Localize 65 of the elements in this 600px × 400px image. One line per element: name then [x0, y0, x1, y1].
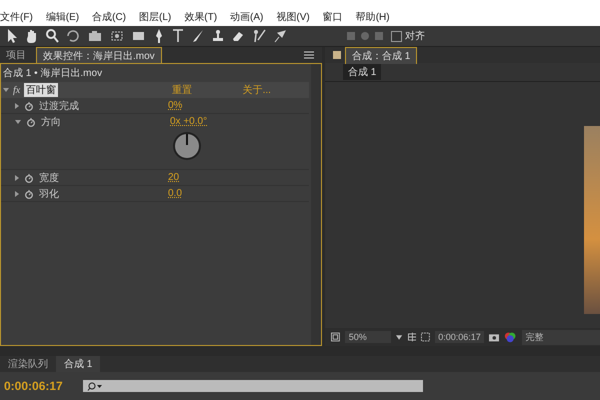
pointer-icon[interactable] [5, 28, 19, 44]
zoom-icon[interactable] [45, 28, 59, 44]
property-name: 过渡完成 [39, 100, 80, 112]
caret-icon[interactable] [396, 334, 403, 340]
expand-arrow-icon[interactable] [15, 174, 19, 180]
grid-icon[interactable] [331, 332, 340, 342]
panel-tab[interactable]: 效果控件：海岸日出.mov [36, 46, 162, 64]
stopwatch-icon[interactable] [24, 172, 34, 182]
pin-icon[interactable] [273, 28, 287, 44]
expand-arrow-icon[interactable] [15, 102, 19, 108]
pen-icon[interactable] [153, 28, 165, 44]
menu-item[interactable]: 窗口 [322, 10, 343, 24]
about-link[interactable]: 关于... [242, 83, 309, 97]
stopwatch-icon[interactable] [24, 100, 34, 110]
scrollbar[interactable] [311, 64, 321, 345]
effect-name: 百叶窗 [24, 83, 58, 97]
menu-item[interactable]: 视图(V) [276, 10, 310, 24]
property-name: 宽度 [39, 172, 60, 184]
zoom-dropdown[interactable]: 50% [344, 331, 392, 343]
property-value[interactable]: 0.0 [168, 188, 182, 199]
text-icon[interactable] [171, 28, 185, 44]
current-time[interactable]: 0:00:06:17 [4, 379, 63, 393]
composition-swatch-icon [333, 51, 341, 59]
stopwatch-icon[interactable] [24, 188, 34, 198]
camera-icon[interactable] [488, 332, 500, 342]
roto-brush-icon[interactable] [251, 28, 267, 44]
fx-icon[interactable]: fx [13, 84, 20, 96]
menu-item[interactable]: 效果(T) [184, 10, 218, 24]
property-value[interactable]: 20 [168, 172, 180, 183]
menu-item[interactable]: 动画(A) [230, 10, 264, 24]
property-name: 羽化 [39, 188, 60, 200]
menu-item[interactable]: 文件(F) [0, 10, 33, 24]
rotate-icon[interactable] [65, 28, 81, 44]
mask-icon[interactable] [421, 332, 430, 342]
expand-arrow-icon[interactable] [15, 190, 19, 196]
menu-item[interactable]: 帮助(H) [356, 10, 390, 24]
stamp-icon[interactable] [211, 28, 225, 44]
menu-item[interactable]: 合成(C) [92, 10, 126, 24]
panel-tab[interactable]: 渲染队列 [0, 356, 56, 372]
timecode-field[interactable]: 0:00:06:17 [435, 331, 484, 343]
expand-arrow-icon[interactable] [15, 120, 21, 124]
stopwatch-icon[interactable] [26, 116, 36, 126]
camera-icon[interactable] [87, 28, 103, 44]
menu-icon[interactable] [304, 51, 314, 59]
resolution-dropdown[interactable]: 完整 [522, 330, 600, 344]
composition-tab[interactable]: 合成 1 [343, 64, 382, 80]
color-channels-icon[interactable] [504, 331, 517, 343]
panel-tab[interactable]: 合成 1 [56, 356, 100, 372]
menu-item[interactable]: 编辑(E) [46, 10, 80, 24]
breadcrumb: 合成 1 • 海岸日出.mov [2, 66, 104, 81]
hand-icon[interactable] [25, 28, 39, 44]
snap-label: 对齐 [405, 30, 425, 43]
menu-item[interactable]: 图层(L) [139, 10, 172, 24]
property-value[interactable]: 0x +0.0° [170, 116, 208, 127]
panel-tab[interactable]: 项目 [0, 47, 32, 63]
angle-dial[interactable] [172, 131, 202, 161]
property-value[interactable]: 0% [168, 100, 182, 111]
safe-area-icon[interactable] [408, 332, 416, 342]
expand-arrow-icon[interactable] [3, 88, 9, 92]
search-field[interactable] [82, 380, 423, 392]
panel-tab[interactable]: 合成：合成 1 [345, 47, 418, 64]
snap-checkbox[interactable] [391, 30, 402, 42]
search-icon[interactable] [86, 382, 103, 390]
reset-link[interactable]: 重置 [172, 83, 239, 97]
property-name: 方向 [41, 116, 62, 128]
